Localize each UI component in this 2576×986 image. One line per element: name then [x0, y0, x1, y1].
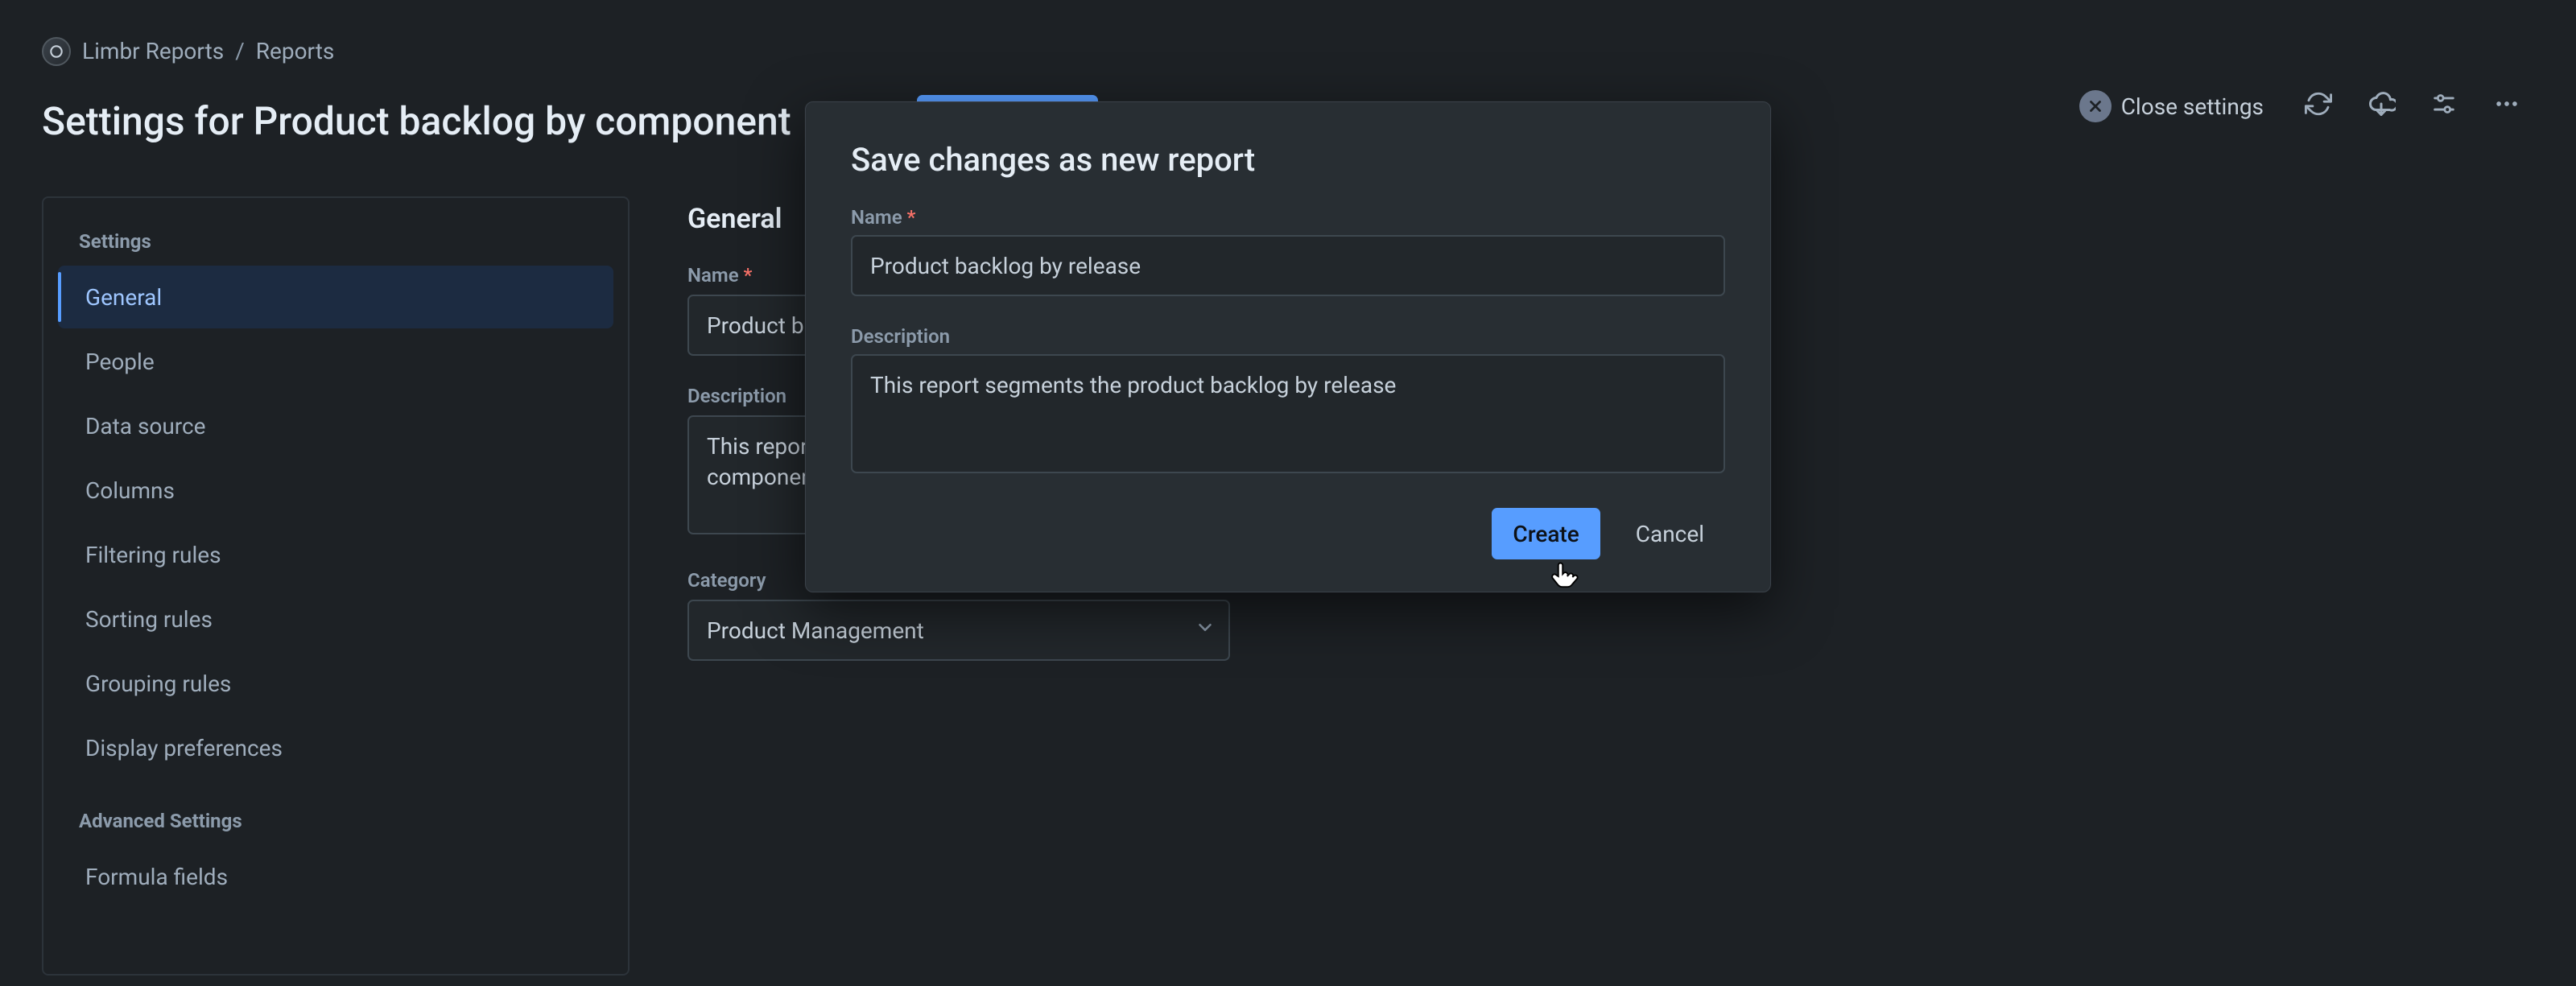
close-x-icon: [2079, 90, 2112, 122]
sidebar-item-label: People: [85, 349, 155, 375]
sliders-icon: [2430, 90, 2458, 123]
form-label-text: Name: [687, 264, 739, 287]
sidebar-item-sorting-rules[interactable]: Sorting rules: [58, 588, 613, 650]
download-cloud-icon: [2367, 89, 2396, 124]
modal-description-textarea[interactable]: This report segments the product backlog…: [851, 354, 1725, 473]
form-label-text: Description: [851, 325, 950, 348]
breadcrumb-link-home[interactable]: Limbr Reports: [82, 40, 224, 63]
sidebar-item-grouping-rules[interactable]: Grouping rules: [58, 652, 613, 715]
modal-name-input[interactable]: [851, 235, 1725, 296]
save-as-new-report-modal: Save changes as new report Name * Descri…: [805, 101, 1771, 592]
sidebar-item-label: Display preferences: [85, 735, 283, 761]
category-select[interactable]: [687, 600, 1230, 661]
sidebar-item-general[interactable]: General: [58, 266, 613, 328]
sidebar-item-people[interactable]: People: [58, 330, 613, 393]
page-shell: Limbr Reports / Reports Settings for Pro…: [0, 0, 2576, 986]
refresh-button[interactable]: [2293, 80, 2344, 132]
modal-actions: Create Cancel: [851, 508, 1725, 559]
refresh-icon: [2305, 90, 2332, 123]
brand-ring-icon: [42, 37, 71, 66]
close-settings-label: Close settings: [2121, 93, 2264, 120]
close-settings-button[interactable]: Close settings: [2062, 80, 2281, 132]
modal-title: Save changes as new report: [851, 141, 1725, 179]
more-button[interactable]: [2481, 80, 2533, 132]
sidebar-item-columns[interactable]: Columns: [58, 459, 613, 522]
sidebar-item-data-source[interactable]: Data source: [58, 394, 613, 457]
sidebar-divider: [55, 781, 617, 810]
modal-label-description: Description: [851, 325, 1725, 348]
download-button[interactable]: [2355, 80, 2407, 132]
sidebar-item-label: Data source: [85, 413, 206, 439]
more-horizontal-icon: [2493, 90, 2520, 123]
sidebar-item-label: Grouping rules: [85, 670, 231, 697]
modal-label-name: Name *: [851, 206, 1725, 229]
sidebar-item-label: Formula fields: [85, 864, 228, 890]
sidebar-item-label: Columns: [85, 477, 175, 504]
settings-sidebar: Settings General People Data source Colu…: [42, 196, 630, 976]
breadcrumb: Limbr Reports / Reports: [42, 35, 1230, 68]
cancel-button[interactable]: Cancel: [1615, 508, 1725, 559]
sidebar-item-label: Sorting rules: [85, 606, 213, 633]
form-label-text: Category: [687, 569, 766, 592]
create-button[interactable]: Create: [1492, 508, 1600, 559]
form-label-text: Name: [851, 206, 902, 229]
breadcrumb-separator: /: [235, 40, 245, 63]
header-actions-right: Close settings: [2062, 80, 2533, 132]
form-label-text: Description: [687, 385, 786, 407]
sidebar-item-display-preferences[interactable]: Display preferences: [58, 716, 613, 779]
modal-field-name: Name *: [851, 206, 1725, 296]
sidebar-section-advanced: Advanced Settings: [55, 810, 617, 844]
sidebar-section-settings: Settings: [55, 230, 617, 264]
sidebar-item-filtering-rules[interactable]: Filtering rules: [58, 523, 613, 586]
sidebar-item-label: Filtering rules: [85, 542, 221, 568]
modal-field-description: Description This report segments the pro…: [851, 325, 1725, 479]
page-title: Settings for Product backlog by componen…: [42, 98, 791, 144]
sliders-button[interactable]: [2418, 80, 2470, 132]
sidebar-item-label: General: [85, 284, 162, 311]
page-title-wrap: Settings for Product backlog by componen…: [42, 98, 894, 144]
category-select-wrap: [687, 600, 1230, 661]
breadcrumb-link-reports[interactable]: Reports: [256, 40, 335, 63]
required-star-icon: *: [907, 206, 916, 229]
sidebar-item-formula-fields[interactable]: Formula fields: [58, 845, 613, 908]
required-star-icon: *: [744, 264, 753, 287]
